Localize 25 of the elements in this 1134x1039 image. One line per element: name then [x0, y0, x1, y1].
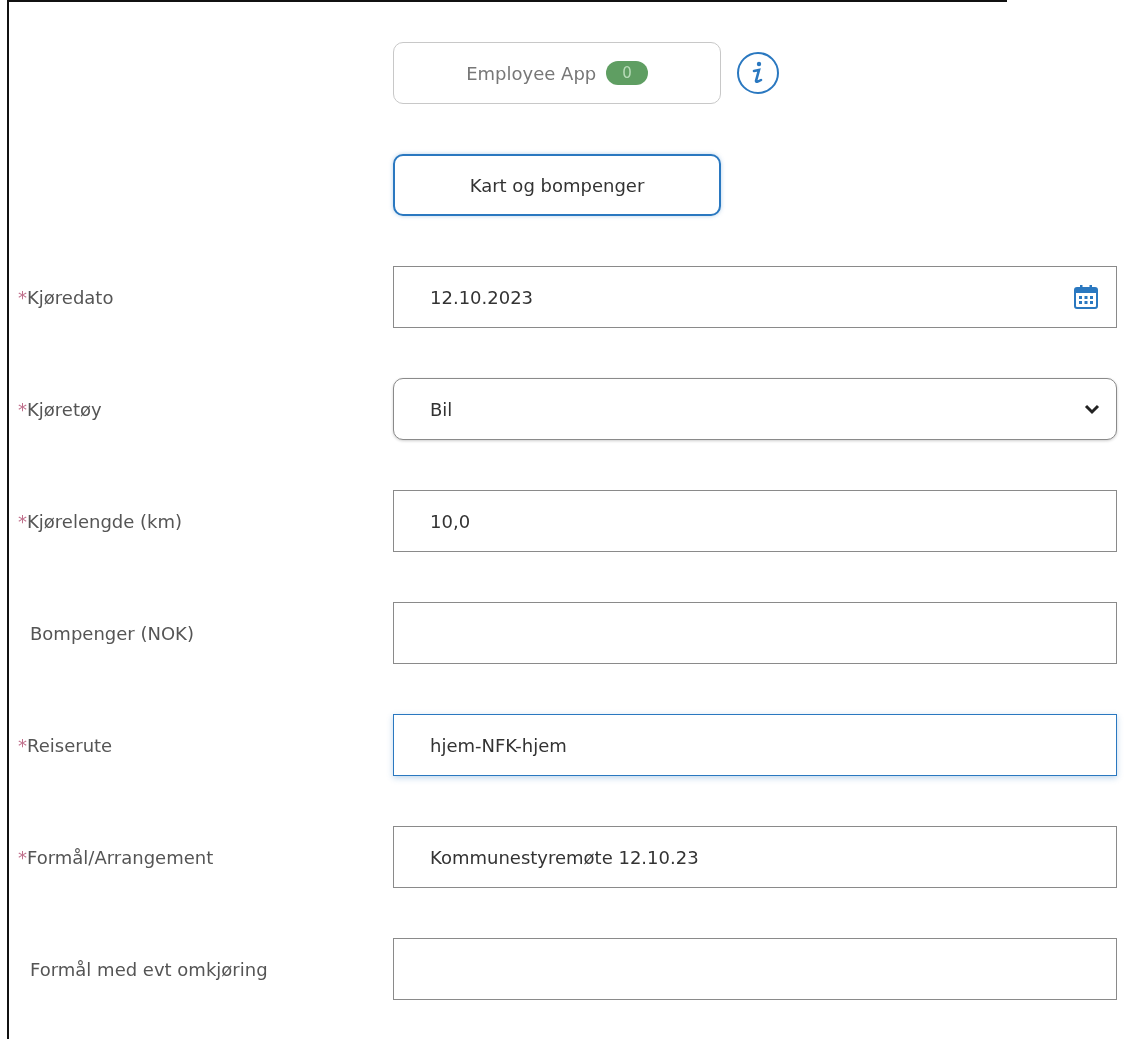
- count-badge: 0: [606, 61, 648, 85]
- input-field[interactable]: 10,0: [393, 490, 1117, 552]
- required-mark: *: [18, 510, 27, 532]
- input-field[interactable]: [393, 602, 1117, 664]
- vehicle-select[interactable]: Bil: [393, 378, 1117, 440]
- employee-app-button[interactable]: Employee App 0: [393, 42, 721, 104]
- info-icon[interactable]: [735, 50, 781, 96]
- input-field[interactable]: Kommunestyremøte 12.10.23: [393, 826, 1117, 888]
- date-field[interactable]: 12.10.2023: [393, 266, 1117, 328]
- input-field[interactable]: [393, 938, 1117, 1000]
- chevron-down-icon[interactable]: [1084, 403, 1100, 415]
- required-mark: *: [18, 286, 27, 308]
- map-and-tolls-button[interactable]: Kart og bompenger: [393, 154, 721, 216]
- required-mark: *: [18, 398, 27, 420]
- label-text: Kjøredato: [27, 286, 114, 308]
- label-text: Formål/Arrangement: [27, 846, 214, 868]
- label-text: Bompenger (NOK): [30, 622, 194, 644]
- required-mark: *: [18, 734, 27, 756]
- label-text: Reiserute: [27, 734, 113, 756]
- required-mark: *: [18, 846, 27, 868]
- input-field[interactable]: hjem-NFK-hjem: [393, 714, 1117, 776]
- label-text: Formål med evt omkjøring: [30, 958, 268, 980]
- calendar-icon[interactable]: [1072, 283, 1100, 311]
- label-text: Kjørelengde (km): [27, 510, 183, 532]
- label-text: Kjøretøy: [27, 398, 102, 420]
